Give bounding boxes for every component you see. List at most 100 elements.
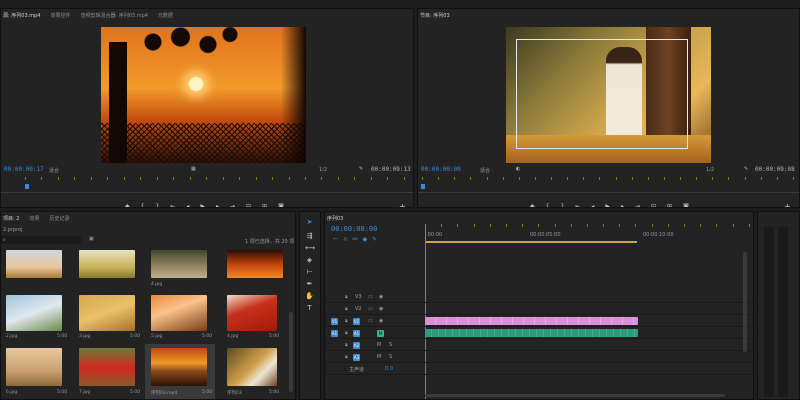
program-zoom-dropdown[interactable]: 1/2 bbox=[706, 167, 714, 173]
lock-icon[interactable]: 🔒︎ bbox=[345, 342, 348, 348]
mark-out-icon[interactable]: } bbox=[155, 203, 159, 207]
nest-toggle-icon[interactable]: ⌐ bbox=[333, 236, 343, 243]
program-current-timecode[interactable]: 00:00:00:00 bbox=[421, 166, 461, 173]
project-item-thumb-8[interactable] bbox=[227, 295, 277, 331]
timeline-settings-icon[interactable]: ✎ bbox=[372, 236, 382, 243]
lock-icon[interactable]: 🔒︎ bbox=[345, 318, 348, 324]
work-area-bar[interactable] bbox=[425, 241, 637, 243]
step-back-icon[interactable]: ◂ bbox=[591, 203, 594, 207]
eye-icon[interactable]: ◉ bbox=[379, 306, 383, 312]
mark-out-icon[interactable]: } bbox=[560, 203, 564, 207]
tab-sequence[interactable]: 序列03 bbox=[327, 215, 343, 222]
project-item-thumb-7[interactable] bbox=[151, 295, 207, 331]
source-wrench-icon[interactable]: ✎ bbox=[359, 166, 363, 172]
source-patch-v1[interactable]: V1 bbox=[331, 318, 338, 325]
project-item-thumb-12[interactable] bbox=[227, 348, 277, 386]
program-fit-dropdown[interactable]: 适合 bbox=[480, 167, 490, 174]
timeline-ruler[interactable] bbox=[425, 224, 750, 232]
tab-project[interactable]: 项目: 2 bbox=[3, 215, 19, 222]
transform-bounding-box[interactable] bbox=[516, 39, 688, 149]
solo-icon[interactable]: S bbox=[389, 354, 392, 360]
go-to-in-icon[interactable]: ⇤ bbox=[170, 203, 175, 207]
overwrite-icon[interactable]: ⊞ bbox=[262, 203, 267, 207]
track-select-tool-icon[interactable]: ⇶ bbox=[305, 232, 314, 241]
lock-icon[interactable]: 🔒︎ bbox=[345, 330, 348, 336]
type-tool-icon[interactable]: T bbox=[305, 304, 314, 313]
project-item-thumb-2[interactable] bbox=[79, 250, 135, 278]
program-playhead[interactable] bbox=[421, 184, 425, 189]
project-item-thumb-4[interactable] bbox=[227, 250, 283, 278]
tab-history[interactable]: 历史记录 bbox=[49, 215, 69, 222]
track-v1[interactable]: V1 🔒︎ V1 ▭ ◉ bbox=[325, 316, 753, 327]
program-wrench-icon[interactable]: ✎ bbox=[744, 166, 748, 172]
track-master[interactable]: 主声道 0.0 bbox=[325, 364, 753, 375]
project-scrollbar[interactable] bbox=[289, 312, 293, 392]
track-target-v1[interactable]: V1 bbox=[353, 318, 360, 325]
mark-in-icon[interactable]: { bbox=[546, 203, 550, 207]
tab-effects[interactable]: 效果 bbox=[29, 215, 39, 222]
lock-icon[interactable]: 🔒︎ bbox=[345, 306, 348, 312]
source-zoom-dropdown[interactable]: 1/2 bbox=[319, 167, 327, 173]
extract-icon[interactable]: ⊞ bbox=[667, 203, 672, 207]
source-playhead[interactable] bbox=[25, 184, 29, 189]
insert-icon[interactable]: ⊟ bbox=[246, 203, 251, 207]
mark-in-icon[interactable]: { bbox=[141, 203, 145, 207]
new-bin-icon[interactable]: ▣ bbox=[89, 236, 94, 242]
track-v2[interactable]: 🔒︎ V2 ▭ ◉ bbox=[325, 304, 753, 315]
project-item-thumb-1[interactable] bbox=[6, 250, 62, 278]
tab-effect-controls[interactable]: 效果控件 bbox=[50, 12, 70, 19]
step-forward-icon[interactable]: ▸ bbox=[621, 203, 624, 207]
go-to-out-icon[interactable]: ⇥ bbox=[635, 203, 640, 207]
track-a1[interactable]: A1 🔒︎ A1 M bbox=[325, 328, 753, 339]
mute-button[interactable]: M bbox=[377, 330, 384, 337]
project-item-thumb-10[interactable] bbox=[79, 348, 135, 386]
project-item-thumb-3[interactable] bbox=[151, 250, 207, 278]
source-add-button[interactable]: + bbox=[399, 202, 406, 207]
source-time-ruler[interactable] bbox=[25, 177, 405, 185]
pen-tool-icon[interactable]: ✒ bbox=[305, 280, 314, 289]
track-target-a1[interactable]: A1 bbox=[353, 330, 360, 337]
tab-metadata[interactable]: 元数据 bbox=[158, 12, 173, 19]
mute-icon[interactable]: M bbox=[377, 354, 381, 360]
track-target-a2[interactable]: A2 bbox=[353, 342, 360, 349]
source-patch-a1[interactable]: A1 bbox=[331, 330, 338, 337]
project-item-thumb-5[interactable] bbox=[6, 295, 62, 331]
source-fit-dropdown[interactable]: 适合 bbox=[49, 167, 59, 174]
track-a3[interactable]: 🔒︎ A3 M S bbox=[325, 352, 753, 363]
mute-icon[interactable]: M bbox=[377, 342, 381, 348]
add-marker-icon[interactable]: ◆ bbox=[530, 203, 535, 207]
program-video-frame[interactable] bbox=[506, 27, 711, 163]
export-frame-icon[interactable]: ◙ bbox=[683, 203, 689, 207]
track-target-a3[interactable]: A3 bbox=[353, 354, 360, 361]
timeline-horizontal-scrollbar[interactable] bbox=[425, 394, 725, 397]
step-back-icon[interactable]: ◂ bbox=[186, 203, 189, 207]
lock-icon[interactable]: 🔒︎ bbox=[345, 354, 348, 360]
project-item-thumb-11[interactable] bbox=[151, 348, 207, 386]
eye-icon[interactable]: ◉ bbox=[379, 294, 383, 300]
solo-icon[interactable]: S bbox=[389, 342, 392, 348]
program-add-button[interactable]: + bbox=[784, 202, 791, 207]
track-a2[interactable]: 🔒︎ A2 M S bbox=[325, 340, 753, 351]
selection-tool-icon[interactable]: ➤ bbox=[305, 218, 314, 227]
project-item-thumb-9[interactable] bbox=[6, 348, 62, 386]
track-v3[interactable]: 🔒︎ V3 ▭ ◉ bbox=[325, 292, 753, 303]
source-video-frame[interactable] bbox=[101, 27, 306, 163]
source-fit-settings-icon[interactable]: ▦ bbox=[191, 166, 196, 172]
tab-program[interactable]: 节目: 序列03 bbox=[420, 12, 450, 19]
master-volume-value[interactable]: 0.0 bbox=[385, 366, 393, 372]
tab-source[interactable]: 源: 序列03.mp4 bbox=[3, 12, 40, 19]
hand-tool-icon[interactable]: ✋ bbox=[305, 292, 314, 301]
linked-selection-icon[interactable]: ⚯ bbox=[352, 236, 362, 243]
sync-icon[interactable]: ▭ bbox=[368, 318, 373, 324]
play-icon[interactable]: ▶ bbox=[605, 203, 610, 207]
lift-icon[interactable]: ⊟ bbox=[651, 203, 656, 207]
ripple-edit-tool-icon[interactable]: ⟷ bbox=[305, 244, 315, 253]
lock-icon[interactable]: 🔒︎ bbox=[345, 294, 348, 300]
tab-audio-clip-mixer[interactable]: 音频剪辑混合器: 序列03.mp4 bbox=[80, 12, 147, 19]
timeline-current-timecode[interactable]: 00:00:00:00 bbox=[331, 225, 377, 233]
video-clip-pink[interactable] bbox=[425, 317, 638, 325]
add-marker-icon[interactable]: ◆ bbox=[362, 236, 372, 243]
source-scrub-bar[interactable] bbox=[1, 192, 413, 193]
play-icon[interactable]: ▶ bbox=[200, 203, 205, 207]
add-marker-icon[interactable]: ◆ bbox=[125, 203, 130, 207]
